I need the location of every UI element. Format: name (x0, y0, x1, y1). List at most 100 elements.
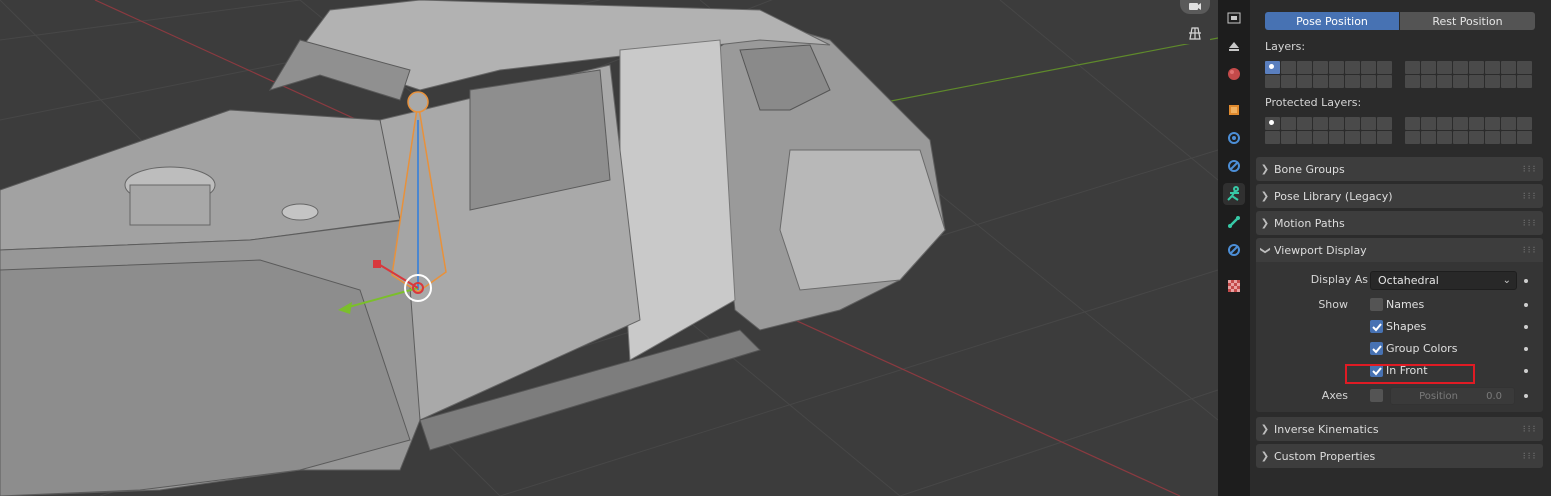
layer-cell[interactable] (1437, 61, 1452, 74)
protected-layer-cell[interactable] (1313, 117, 1328, 130)
protected-layer-cell[interactable] (1501, 131, 1516, 144)
object-tab[interactable] (1223, 99, 1245, 121)
protected-layer-cell[interactable] (1405, 131, 1420, 144)
layer-cell[interactable] (1297, 61, 1312, 74)
layer-cell[interactable] (1437, 75, 1452, 88)
protected-layers-grid-right[interactable] (1405, 117, 1532, 144)
3d-viewport[interactable] (0, 0, 1218, 496)
layer-cell[interactable] (1377, 61, 1392, 74)
physics-tab[interactable] (1223, 127, 1245, 149)
world-tab[interactable] (1223, 63, 1245, 85)
camera-icon[interactable] (1180, 0, 1210, 14)
layer-cell[interactable] (1313, 61, 1328, 74)
protected-layer-cell[interactable] (1265, 131, 1280, 144)
group-colors-checkbox[interactable] (1370, 342, 1383, 355)
layer-cell[interactable] (1313, 75, 1328, 88)
protected-layer-cell[interactable] (1377, 131, 1392, 144)
protected-layer-cell[interactable] (1361, 117, 1376, 130)
protected-layer-cell[interactable] (1453, 131, 1468, 144)
texture-tab[interactable] (1223, 275, 1245, 297)
protected-layer-cell[interactable] (1329, 131, 1344, 144)
grid-icon[interactable] (1180, 22, 1210, 44)
protected-layer-cell[interactable] (1437, 131, 1452, 144)
protected-layer-cell[interactable] (1517, 117, 1532, 130)
layer-cell[interactable] (1297, 75, 1312, 88)
pose-position-button[interactable]: Pose Position (1265, 12, 1399, 30)
bone-tab[interactable] (1223, 211, 1245, 233)
layer-cell[interactable] (1453, 61, 1468, 74)
layer-cell[interactable] (1345, 61, 1360, 74)
layer-cell[interactable] (1361, 75, 1376, 88)
layer-cell[interactable] (1281, 61, 1296, 74)
layer-cell[interactable] (1377, 75, 1392, 88)
layer-cell[interactable] (1453, 75, 1468, 88)
layer-cell[interactable] (1361, 61, 1376, 74)
protected-layer-cell[interactable] (1405, 117, 1420, 130)
protected-layer-cell[interactable] (1297, 117, 1312, 130)
animate-property-icon[interactable] (1524, 303, 1528, 307)
protected-layer-cell[interactable] (1345, 117, 1360, 130)
drag-handle-icon[interactable]: ⠇⠇⠇ (1522, 219, 1538, 228)
protected-layer-cell[interactable] (1345, 131, 1360, 144)
rest-position-button[interactable]: Rest Position (1400, 12, 1535, 30)
constraints-tab[interactable] (1223, 155, 1245, 177)
protected-layer-cell[interactable] (1361, 131, 1376, 144)
bone-groups-section[interactable]: ❯ Bone Groups ⠇⠇⠇ (1256, 157, 1543, 181)
protected-layer-cell[interactable] (1517, 131, 1532, 144)
inverse-kinematics-section[interactable]: ❯ Inverse Kinematics ⠇⠇⠇ (1256, 417, 1543, 441)
protected-layer-cell[interactable] (1281, 131, 1296, 144)
layer-cell[interactable] (1469, 61, 1484, 74)
protected-layer-cell[interactable] (1297, 131, 1312, 144)
layer-cell[interactable] (1517, 75, 1532, 88)
motion-paths-section[interactable]: ❯ Motion Paths ⠇⠇⠇ (1256, 211, 1543, 235)
layer-cell[interactable] (1265, 61, 1280, 74)
layer-cell[interactable] (1517, 61, 1532, 74)
view-layer-tab[interactable] (1223, 35, 1245, 57)
protected-layer-cell[interactable] (1421, 117, 1436, 130)
protected-layer-cell[interactable] (1377, 117, 1392, 130)
layer-cell[interactable] (1501, 75, 1516, 88)
protected-layer-cell[interactable] (1265, 117, 1280, 130)
layers-grid-right[interactable] (1405, 61, 1532, 88)
protected-layer-cell[interactable] (1501, 117, 1516, 130)
layer-cell[interactable] (1329, 61, 1344, 74)
animate-property-icon[interactable] (1524, 279, 1528, 283)
drag-handle-icon[interactable]: ⠇⠇⠇ (1522, 452, 1538, 461)
viewport-display-section[interactable]: ❯ Viewport Display ⠇⠇⠇ (1256, 238, 1543, 262)
render-tab[interactable] (1223, 7, 1245, 29)
protected-layer-cell[interactable] (1485, 131, 1500, 144)
protected-layers-grid-left[interactable] (1265, 117, 1392, 144)
drag-handle-icon[interactable]: ⠇⠇⠇ (1522, 246, 1538, 255)
axes-checkbox[interactable] (1370, 389, 1383, 402)
animate-property-icon[interactable] (1524, 369, 1528, 373)
layer-cell[interactable] (1265, 75, 1280, 88)
protected-layer-cell[interactable] (1329, 117, 1344, 130)
layer-cell[interactable] (1281, 75, 1296, 88)
protected-layer-cell[interactable] (1485, 117, 1500, 130)
protected-layer-cell[interactable] (1437, 117, 1452, 130)
layer-cell[interactable] (1345, 75, 1360, 88)
protected-layer-cell[interactable] (1469, 131, 1484, 144)
animate-property-icon[interactable] (1524, 347, 1528, 351)
layer-cell[interactable] (1405, 75, 1420, 88)
layer-cell[interactable] (1405, 61, 1420, 74)
layer-cell[interactable] (1421, 61, 1436, 74)
scene-canvas[interactable] (0, 0, 1218, 496)
layer-cell[interactable] (1329, 75, 1344, 88)
layer-cell[interactable] (1421, 75, 1436, 88)
custom-properties-section[interactable]: ❯ Custom Properties ⠇⠇⠇ (1256, 444, 1543, 468)
car-model[interactable] (0, 0, 946, 496)
pose-library-section[interactable]: ❯ Pose Library (Legacy) ⠇⠇⠇ (1256, 184, 1543, 208)
animate-property-icon[interactable] (1524, 325, 1528, 329)
display-as-dropdown[interactable]: Octahedral ⌄ (1370, 271, 1517, 290)
drag-handle-icon[interactable]: ⠇⠇⠇ (1522, 165, 1538, 174)
drag-handle-icon[interactable]: ⠇⠇⠇ (1522, 425, 1538, 434)
protected-layer-cell[interactable] (1453, 117, 1468, 130)
layer-cell[interactable] (1485, 75, 1500, 88)
protected-layer-cell[interactable] (1421, 131, 1436, 144)
layer-cell[interactable] (1501, 61, 1516, 74)
protected-layer-cell[interactable] (1281, 117, 1296, 130)
animate-property-icon[interactable] (1524, 394, 1528, 398)
protected-layer-cell[interactable] (1313, 131, 1328, 144)
axes-position-field[interactable]: Position 0.0 (1390, 387, 1515, 405)
